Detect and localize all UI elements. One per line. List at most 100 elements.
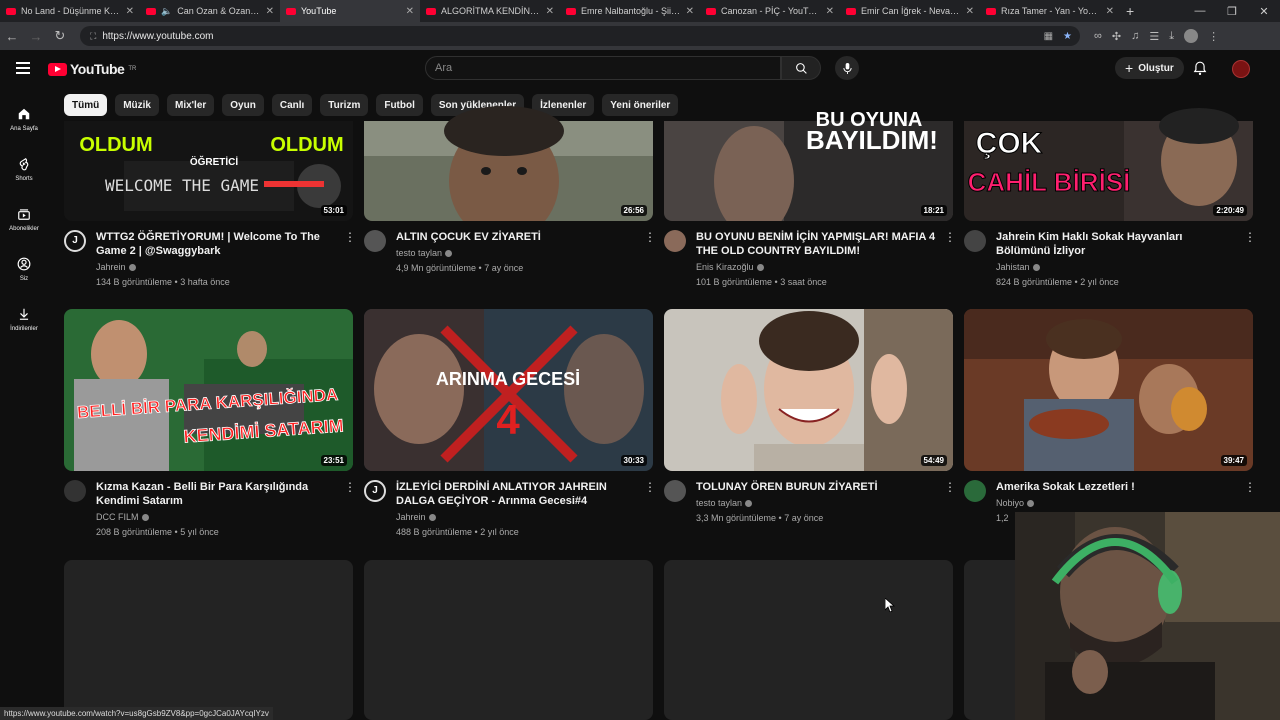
channel-name[interactable]: Jahrein: [396, 510, 436, 525]
video-title[interactable]: Kızma Kazan - Belli Bir Para Karşılığınd…: [96, 480, 336, 508]
extension-icon[interactable]: ∞: [1094, 30, 1102, 42]
channel-avatar[interactable]: [964, 230, 986, 252]
browser-tab[interactable]: No Land - Düşünme Kaybol... ✕: [0, 0, 140, 22]
tab-title: Canozan - PİÇ - YouTube: [721, 6, 821, 16]
video-title[interactable]: İZLEYİCİ DERDİNİ ANLATIYOR JAHREIN DALGA…: [396, 480, 636, 508]
sidebar-item-label: Abonelikler: [9, 225, 39, 232]
channel-avatar[interactable]: J: [364, 480, 386, 502]
close-window-icon[interactable]: ✕: [1248, 5, 1280, 18]
minimize-icon[interactable]: —: [1184, 5, 1216, 17]
more-actions-icon[interactable]: ⋮: [1244, 480, 1256, 494]
shorts-icon: [17, 157, 31, 173]
microphone-icon: [842, 62, 852, 74]
channel-avatar[interactable]: J: [64, 230, 86, 252]
tab-close-icon[interactable]: ✕: [266, 6, 274, 17]
new-tab-icon[interactable]: +: [1126, 3, 1134, 19]
sidebar-item[interactable]: Ana Sayfa: [0, 94, 48, 144]
more-actions-icon[interactable]: ⋮: [944, 480, 956, 494]
youtube-logo[interactable]: YouTube TR: [48, 61, 136, 77]
sidebar-item[interactable]: İndirilenler: [0, 294, 48, 344]
reload-icon[interactable]: ↻: [48, 28, 72, 44]
video-thumbnail[interactable]: 39:47: [964, 309, 1253, 471]
url-field[interactable]: ⛶ https://www.youtube.com ▦ ★: [80, 26, 1080, 46]
channel-avatar[interactable]: [964, 480, 986, 502]
video-thumbnail[interactable]: 26:56: [364, 97, 653, 221]
channel-avatar[interactable]: [64, 480, 86, 502]
video-thumbnail[interactable]: ÇOK CAHİL BİRİSİ 2:20:49: [964, 97, 1253, 221]
hamburger-menu-icon[interactable]: [16, 62, 30, 77]
more-actions-icon[interactable]: ⋮: [944, 230, 956, 244]
notifications-bell-icon[interactable]: [1193, 60, 1207, 81]
video-title[interactable]: WTTG2 ÖĞRETİYORUM! | Welcome To The Game…: [96, 230, 336, 258]
video-thumbnail[interactable]: ARINMA GECESİ 4 30:33: [364, 309, 653, 471]
account-avatar[interactable]: [1232, 60, 1250, 78]
more-actions-icon[interactable]: ⋮: [1244, 230, 1256, 244]
sidebar-item[interactable]: Siz: [0, 244, 48, 294]
browser-tab[interactable]: YouTube ✕: [280, 0, 420, 22]
browser-tab[interactable]: Rıza Tamer - Yan - YouTube ✕: [980, 0, 1120, 22]
tab-close-icon[interactable]: ✕: [966, 6, 974, 17]
download-browser-icon[interactable]: ⤓: [1169, 30, 1174, 43]
restore-icon[interactable]: ❐: [1216, 5, 1248, 18]
bookmark-star-icon[interactable]: ★: [1063, 31, 1072, 42]
tab-close-icon[interactable]: ✕: [686, 6, 694, 17]
browser-tab[interactable]: 🔈 Can Ozan & Ozan Buğr... ✕: [140, 0, 280, 22]
more-actions-icon[interactable]: ⋮: [644, 230, 656, 244]
back-icon[interactable]: ←: [0, 29, 24, 44]
window-controls: — ❐ ✕: [1184, 0, 1280, 22]
video-thumbnail[interactable]: OLDUM ÖĞRETİCİ WELCOME THE GAME OLDUM 53…: [64, 97, 353, 221]
search-box[interactable]: [425, 56, 781, 80]
profile-icon[interactable]: [1184, 29, 1199, 43]
video-meta: 824 B görüntüleme • 2 yıl önce: [996, 277, 1119, 287]
search-button[interactable]: [781, 56, 821, 80]
more-actions-icon[interactable]: ⋮: [344, 230, 356, 244]
extensions-grid-icon[interactable]: ▦: [1044, 31, 1053, 42]
voice-search-button[interactable]: [835, 56, 859, 80]
browser-tab[interactable]: Emre Nalbantoğlu - Şiir Old... ✕: [560, 0, 700, 22]
more-actions-icon[interactable]: ⋮: [644, 480, 656, 494]
video-title[interactable]: TOLUNAY ÖREN BURUN ZİYARETİ: [696, 480, 936, 494]
site-info-icon[interactable]: ⛶: [90, 31, 96, 42]
video-title[interactable]: Jahrein Kim Haklı Sokak Hayvanları Bölüm…: [996, 230, 1236, 258]
channel-avatar[interactable]: [364, 230, 386, 252]
forward-icon[interactable]: →: [24, 29, 48, 44]
sidebar-item[interactable]: Shorts: [0, 144, 48, 194]
puzzle-icon[interactable]: ✣: [1112, 30, 1121, 43]
video-thumbnail[interactable]: BELLİ BİR PARA KARŞILIĞINDA KENDİMİ SATA…: [64, 309, 353, 471]
search-input[interactable]: [426, 61, 737, 75]
sidebar-item[interactable]: Abonelikler: [0, 194, 48, 244]
more-menu-icon[interactable]: ⋮: [1208, 30, 1219, 43]
video-thumbnail[interactable]: BU OYUNA BAYILDIM! 18:21: [664, 97, 953, 221]
video-title[interactable]: Amerika Sokak Lezzetleri !: [996, 480, 1236, 494]
channel-avatar[interactable]: [664, 480, 686, 502]
video-thumbnail[interactable]: 54:49: [664, 309, 953, 471]
more-actions-icon[interactable]: ⋮: [344, 480, 356, 494]
browser-tab[interactable]: ALGORİTMA KENDİNİ KÖTÜ... ✕: [420, 0, 560, 22]
tab-title: No Land - Düşünme Kaybol...: [21, 6, 121, 16]
video-title[interactable]: BU OYUNU BENİM İÇİN YAPMIŞLAR! MAFIA 4 T…: [696, 230, 936, 258]
channel-name-text: Jahistan: [996, 262, 1030, 272]
browser-tab[interactable]: Emir Can İğrek - Nevale (Offi... ✕: [840, 0, 980, 22]
channel-name[interactable]: Jahistan: [996, 260, 1040, 275]
video-meta: 134 B görüntüleme • 3 hafta önce: [96, 277, 230, 287]
create-button[interactable]: + Oluştur: [1115, 57, 1184, 79]
channel-name[interactable]: testo taylan: [696, 496, 753, 511]
video-duration: 18:21: [920, 205, 947, 216]
tab-close-icon[interactable]: ✕: [546, 6, 554, 17]
media-icon[interactable]: ♫: [1131, 30, 1139, 42]
channel-name[interactable]: testo taylan: [396, 246, 453, 261]
tab-close-icon[interactable]: ✕: [406, 6, 414, 17]
video-meta: 1,2: [996, 513, 1009, 523]
channel-avatar[interactable]: [664, 230, 686, 252]
tab-close-icon[interactable]: ✕: [1106, 6, 1114, 17]
video-title[interactable]: ALTIN ÇOCUK EV ZİYARETİ: [396, 230, 636, 244]
channel-name[interactable]: Nobiyo: [996, 496, 1035, 511]
video-duration: 53:01: [320, 205, 347, 216]
reading-icon[interactable]: ☰: [1149, 30, 1159, 43]
browser-tab[interactable]: Canozan - PİÇ - YouTube ✕: [700, 0, 840, 22]
tab-close-icon[interactable]: ✕: [126, 6, 134, 17]
channel-name[interactable]: Jahrein: [96, 260, 136, 275]
tab-close-icon[interactable]: ✕: [826, 6, 834, 17]
channel-name[interactable]: Enis Kirazoğlu: [696, 260, 764, 275]
channel-name[interactable]: DCC FILM: [96, 510, 149, 525]
